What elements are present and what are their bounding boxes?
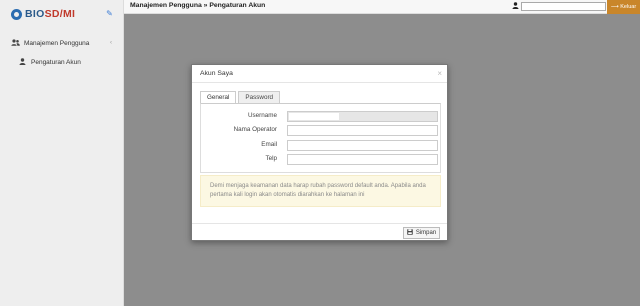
save-button-label: Simpan bbox=[415, 230, 437, 236]
telp-row: Telp bbox=[201, 154, 442, 165]
user-account-icon[interactable] bbox=[511, 2, 520, 11]
floppy-disk-icon bbox=[407, 229, 413, 237]
telp-label: Telp bbox=[265, 155, 277, 162]
email-row: Email bbox=[201, 140, 442, 151]
nama-operator-field[interactable] bbox=[287, 125, 438, 136]
username-row: Username bbox=[201, 111, 442, 122]
email-field[interactable] bbox=[287, 140, 438, 151]
logo-icon bbox=[11, 8, 22, 20]
pin-icon[interactable]: ✎ bbox=[105, 9, 114, 18]
sidebar-nav: Manajemen Pengguna ‹ Pengaturan Akun bbox=[0, 36, 124, 69]
user-icon bbox=[18, 57, 27, 67]
topbar: Manajemen Pengguna » Pengaturan Akun ⟶ K… bbox=[124, 0, 640, 14]
sidebar-item-label: Pengaturan Akun bbox=[31, 58, 81, 66]
modal-footer: Simpan bbox=[192, 223, 447, 241]
close-icon[interactable]: × bbox=[437, 69, 442, 78]
tab-password[interactable]: Password bbox=[238, 91, 281, 103]
breadcrumb: Manajemen Pengguna » Pengaturan Akun bbox=[130, 2, 266, 9]
sidebar-item-pengaturan-akun[interactable]: Pengaturan Akun bbox=[0, 55, 124, 69]
sidebar: BIOSD/MI ✎ Manajemen Pengguna ‹ Pengatur… bbox=[0, 0, 124, 306]
nama-operator-label: Nama Operator bbox=[233, 126, 277, 133]
email-label: Email bbox=[261, 141, 277, 148]
nama-operator-row: Nama Operator bbox=[201, 125, 442, 136]
modal-title: Akun Saya bbox=[200, 70, 233, 77]
password-warning-alert: Demi menjaga keamanan data harap rubah p… bbox=[200, 175, 441, 207]
modal-header: Akun Saya × bbox=[192, 65, 447, 83]
logo-accent: SD/MI bbox=[44, 8, 76, 20]
logout-button[interactable]: ⟶ Keluar bbox=[607, 0, 640, 14]
sidebar-item-label: Manajemen Pengguna bbox=[24, 39, 90, 47]
sidebar-item-manajemen-pengguna[interactable]: Manajemen Pengguna ‹ bbox=[0, 36, 124, 50]
general-tab-panel: Username Nama Operator Email Telp bbox=[200, 103, 441, 173]
telp-field[interactable] bbox=[287, 154, 438, 165]
save-button[interactable]: Simpan bbox=[403, 227, 440, 239]
chevron-left-icon: ‹ bbox=[110, 40, 112, 46]
app-logo[interactable]: BIOSD/MI bbox=[11, 7, 75, 21]
username-field bbox=[287, 111, 438, 122]
username-value bbox=[289, 113, 339, 120]
tab-bar: General Password bbox=[200, 91, 282, 104]
logo-prefix: BIO bbox=[25, 8, 45, 20]
logo-text: BIOSD/MI bbox=[25, 8, 75, 20]
username-label: Username bbox=[247, 112, 277, 119]
account-modal: Akun Saya × General Password Username Na… bbox=[191, 64, 448, 241]
users-icon bbox=[11, 38, 20, 48]
user-name-box[interactable] bbox=[521, 2, 606, 11]
